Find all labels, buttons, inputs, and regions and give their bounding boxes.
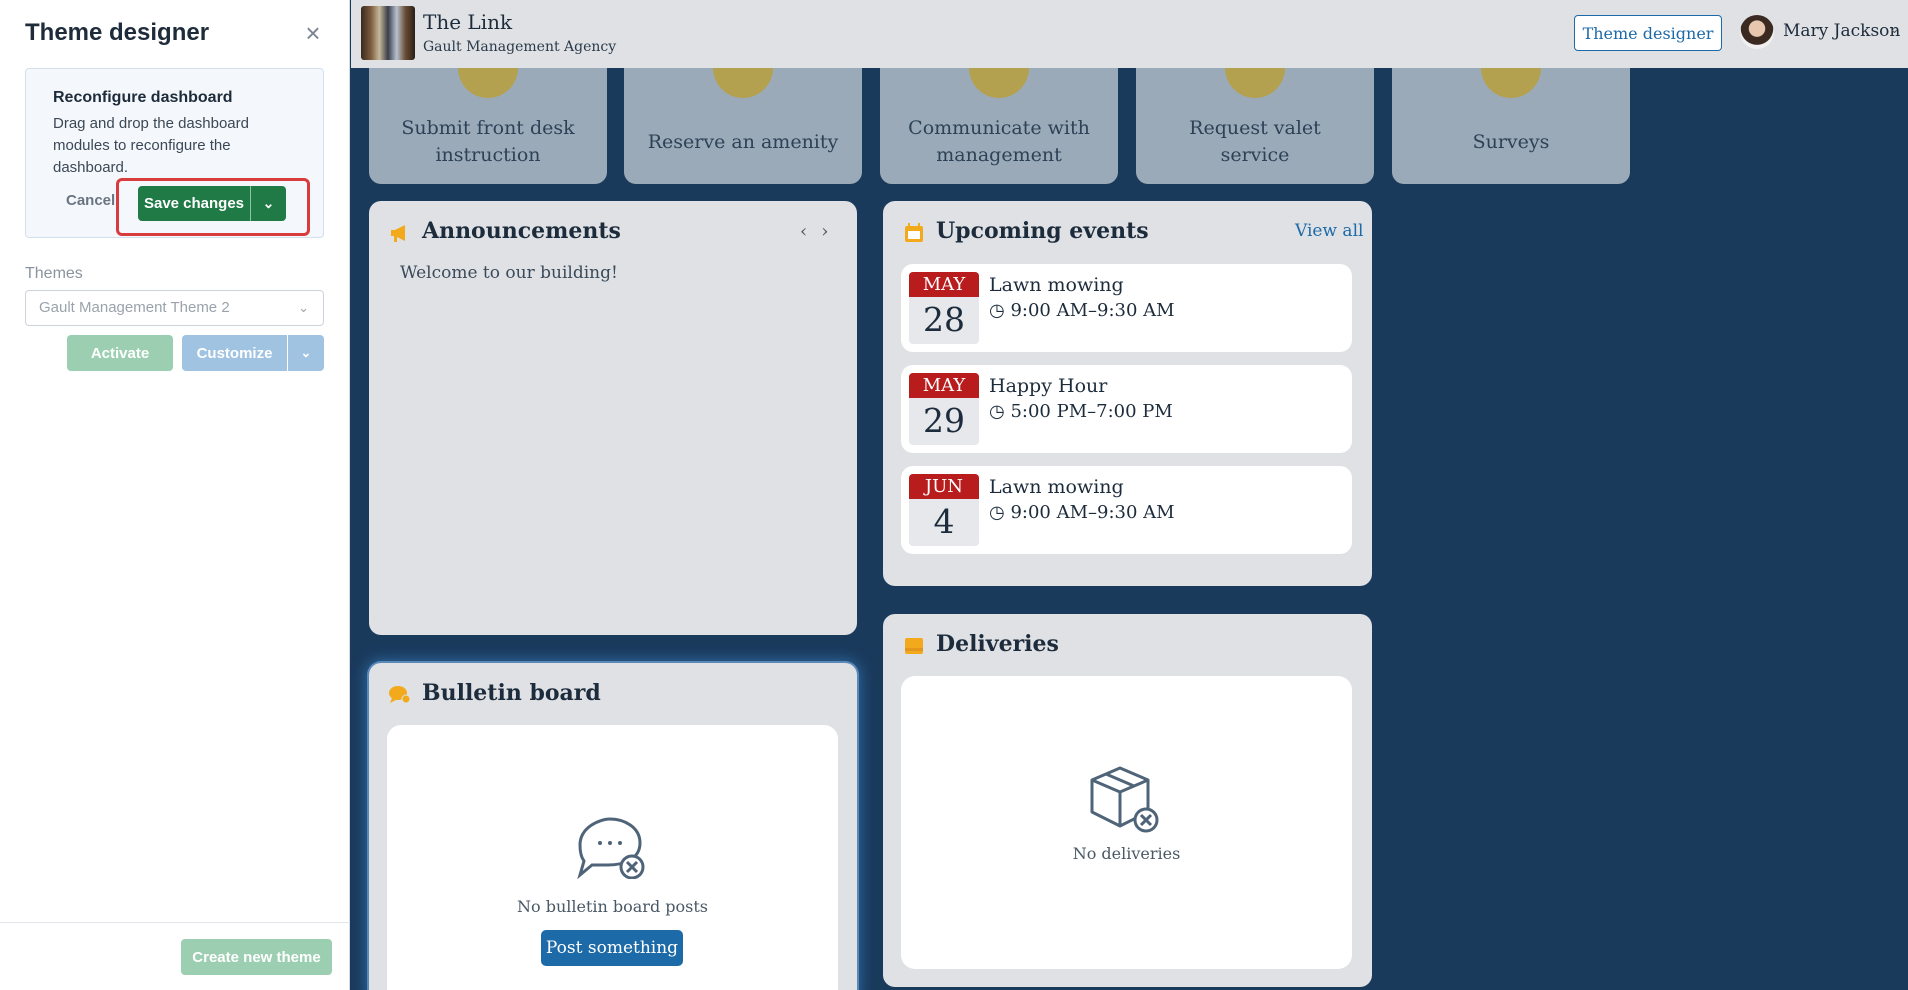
megaphone-icon xyxy=(391,225,405,242)
theme-select[interactable]: Gault Management Theme 2 ⌄ xyxy=(25,290,324,326)
quick-action-valet[interactable]: Request valet service xyxy=(1136,68,1374,184)
bell-icon xyxy=(458,68,518,98)
quick-action-label: Request valet service xyxy=(1189,117,1321,166)
event-title: Lawn mowing xyxy=(989,476,1124,498)
deliveries-title: Deliveries xyxy=(936,631,1059,657)
deliveries-card[interactable]: Deliveries No deliveries xyxy=(883,614,1372,987)
quick-action-label: Surveys xyxy=(1472,130,1550,153)
quick-action-label: Communicate with management xyxy=(908,117,1090,166)
event-time-row: ◷ 5:00 PM–7:00 PM xyxy=(989,401,1173,422)
chevron-down-icon: ⌄ xyxy=(262,195,275,211)
event-month: MAY xyxy=(909,272,979,297)
announcement-nav: ‹ › xyxy=(800,221,828,242)
event-item[interactable]: JUN 4 Lawn mowing ◷ 9:00 AM–9:30 AM xyxy=(901,466,1352,554)
event-time: 5:00 PM–7:00 PM xyxy=(1010,401,1173,422)
save-changes-button[interactable]: Save changes xyxy=(138,186,251,221)
message-icon xyxy=(969,68,1029,98)
chevron-down-icon: ⌄ xyxy=(298,300,309,315)
event-title: Happy Hour xyxy=(989,375,1108,397)
event-time-row: ◷ 9:00 AM–9:30 AM xyxy=(989,502,1175,523)
theme-select-value: Gault Management Theme 2 xyxy=(39,299,230,316)
event-date: MAY 28 xyxy=(909,272,979,344)
event-time: 9:00 AM–9:30 AM xyxy=(1010,502,1175,523)
chevron-left-icon[interactable]: ‹ xyxy=(800,221,807,242)
event-time: 9:00 AM–9:30 AM xyxy=(1010,300,1175,321)
header-bar: The Link Gault Management Agency Theme d… xyxy=(351,0,1908,68)
quick-action-label: Reserve an amenity xyxy=(647,130,839,153)
event-month: MAY xyxy=(909,373,979,398)
chevron-right-icon[interactable]: › xyxy=(821,221,828,242)
view-all-link[interactable]: View all xyxy=(1295,221,1363,241)
site-name[interactable]: The Link xyxy=(423,10,512,34)
save-options-button[interactable]: ⌄ xyxy=(251,186,286,221)
event-day: 4 xyxy=(933,502,955,541)
panel-divider xyxy=(0,922,350,923)
customize-options-button[interactable]: ⌄ xyxy=(288,335,324,371)
quick-action-communicate[interactable]: Communicate with management xyxy=(880,68,1118,184)
bulletin-empty-state: No bulletin board posts Post something xyxy=(387,725,838,990)
announcements-card[interactable]: Announcements ‹ › Welcome to our buildin… xyxy=(369,201,857,635)
post-something-button[interactable]: Post something xyxy=(541,930,683,966)
chevron-down-icon: ⌄ xyxy=(300,345,312,360)
no-deliveries-icon xyxy=(1090,766,1159,833)
site-subtitle: Gault Management Agency xyxy=(423,39,617,55)
announcement-text: Welcome to our building! xyxy=(400,263,618,283)
cancel-button[interactable]: Cancel xyxy=(66,192,115,209)
activate-button[interactable]: Activate xyxy=(67,335,173,371)
reconfigure-box: Reconfigure dashboard Drag and drop the … xyxy=(25,68,324,238)
theme-designer-panel: Theme designer × Reconfigure dashboard D… xyxy=(0,0,350,990)
bulletin-title: Bulletin board xyxy=(422,680,601,706)
chevron-down-icon[interactable]: ⌄ xyxy=(1889,22,1900,37)
no-posts-icon xyxy=(577,817,645,879)
event-month: JUN xyxy=(909,474,979,499)
theme-designer-button[interactable]: Theme designer xyxy=(1574,15,1722,51)
deliveries-empty-state: No deliveries xyxy=(901,676,1352,969)
reconfigure-title: Reconfigure dashboard xyxy=(53,89,233,106)
event-day: 28 xyxy=(923,300,965,339)
event-date: JUN 4 xyxy=(909,474,979,546)
avatar[interactable] xyxy=(1740,15,1774,49)
quick-action-front-desk[interactable]: Submit front desk instruction xyxy=(369,68,607,184)
building-logo[interactable] xyxy=(361,6,415,60)
no-deliveries-text: No deliveries xyxy=(1072,844,1181,863)
customize-split-button: Customize ⌄ xyxy=(182,335,324,371)
car-icon xyxy=(1225,68,1285,98)
save-changes-split-button: Save changes ⌄ xyxy=(138,186,286,221)
announcements-title: Announcements xyxy=(422,218,621,244)
user-name[interactable]: Mary Jackson xyxy=(1783,21,1900,41)
create-new-theme-button[interactable]: Create new theme xyxy=(181,939,332,975)
survey-icon xyxy=(1481,68,1541,98)
bulletin-board-card[interactable]: Bulletin board No bulletin board posts P… xyxy=(369,663,857,990)
quick-action-label: Submit front desk instruction xyxy=(401,117,575,166)
events-title: Upcoming events xyxy=(936,218,1149,244)
panel-title: Theme designer xyxy=(25,19,210,46)
event-item[interactable]: MAY 29 Happy Hour ◷ 5:00 PM–7:00 PM xyxy=(901,365,1352,453)
clock-icon: ◷ xyxy=(989,502,1005,523)
reconfigure-text: Drag and drop the dashboard modules to r… xyxy=(53,115,249,176)
chat-bubbles-icon xyxy=(389,686,411,704)
themes-label: Themes xyxy=(25,265,83,282)
clock-icon: ◷ xyxy=(989,300,1005,321)
event-item[interactable]: MAY 28 Lawn mowing ◷ 9:00 AM–9:30 AM xyxy=(901,264,1352,352)
event-day: 29 xyxy=(923,401,965,440)
event-time-row: ◷ 9:00 AM–9:30 AM xyxy=(989,300,1175,321)
no-posts-text: No bulletin board posts xyxy=(516,897,709,916)
clock-icon: ◷ xyxy=(989,401,1005,422)
quick-action-amenity[interactable]: Reserve an amenity xyxy=(624,68,862,184)
calendar-icon xyxy=(905,223,923,242)
customize-button[interactable]: Customize xyxy=(182,335,288,371)
package-icon xyxy=(905,638,923,654)
event-date: MAY 29 xyxy=(909,373,979,445)
close-icon[interactable]: × xyxy=(300,20,326,46)
event-title: Lawn mowing xyxy=(989,274,1124,296)
upcoming-events-card[interactable]: Upcoming events View all MAY 28 Lawn mow… xyxy=(883,201,1372,586)
quick-action-surveys[interactable]: Surveys xyxy=(1392,68,1630,184)
amenity-icon xyxy=(713,68,773,98)
